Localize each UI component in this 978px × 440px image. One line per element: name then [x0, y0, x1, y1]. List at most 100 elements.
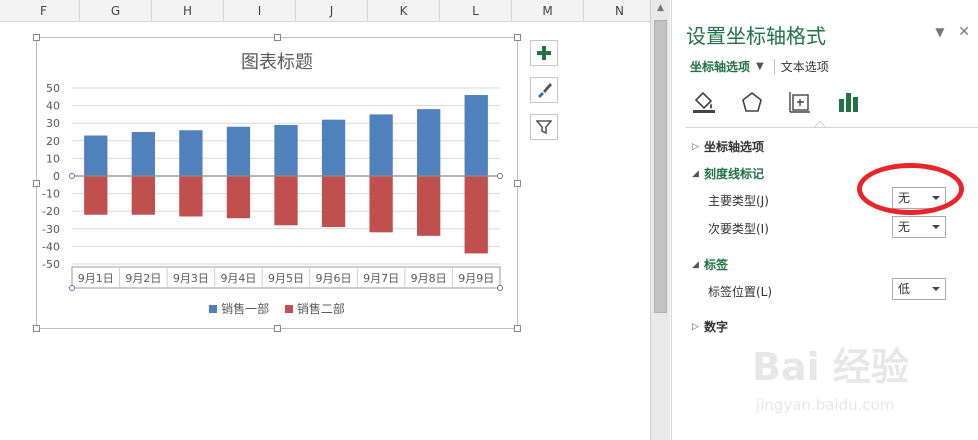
bar-series-2-1: [84, 176, 108, 215]
column-header-F[interactable]: F: [8, 0, 80, 22]
legend-item-series-1: 销售一部: [209, 300, 269, 317]
pane-tabs: 坐标轴选项 ▼ 文本选项: [690, 58, 829, 75]
y-tick-label: 30: [46, 117, 60, 130]
x-tick-label: 9月9日: [458, 272, 494, 285]
x-tick-label: 9月5日: [268, 272, 304, 285]
column-header-K[interactable]: K: [368, 0, 440, 22]
label-position-dropdown[interactable]: 低: [892, 278, 946, 300]
watermark-logo: Bai 经验: [752, 345, 909, 389]
axis-selection-handle: [497, 285, 503, 291]
column-header-L[interactable]: L: [440, 0, 512, 22]
chart-filters-button[interactable]: [530, 114, 558, 140]
collapse-triangle-icon: ◢: [692, 259, 699, 270]
bar-series-1-1: [84, 135, 108, 176]
collapse-triangle-icon: ◢: [692, 168, 699, 179]
axis-selection-handle: [497, 173, 503, 179]
column-header-G[interactable]: G: [80, 0, 152, 22]
x-tick-label: 9月7日: [363, 272, 399, 285]
resize-handle-r[interactable]: [514, 180, 521, 187]
y-tick-label: 0: [53, 170, 60, 183]
resize-handle-b[interactable]: [274, 325, 281, 332]
worksheet-area[interactable]: FGHIJKLMN 图表标题 50 40 30 20 10 0 -10 -20 -30 -40 -5…: [0, 0, 650, 440]
vertical-scrollbar[interactable]: ▲: [650, 0, 670, 440]
y-tick-label: -30: [42, 223, 60, 236]
pane-icon-tabs: [690, 88, 862, 116]
bar-series-2-5: [274, 176, 298, 226]
column-header-J[interactable]: J: [296, 0, 368, 22]
x-tick-label: 9月6日: [316, 272, 352, 285]
axis-selection-handle: [69, 173, 75, 179]
y-tick-label: -20: [42, 205, 60, 218]
size-properties-icon[interactable]: [786, 88, 814, 116]
label-position-label: 标签位置(L): [708, 285, 773, 299]
major-type-label: 主要类型(J): [708, 194, 769, 208]
pane-divider: [686, 127, 978, 128]
bar-series-2-2: [131, 176, 155, 215]
x-tick-label: 9月4日: [220, 272, 256, 285]
resize-handle-t[interactable]: [274, 34, 281, 41]
column-header-M[interactable]: M: [512, 0, 584, 22]
pane-options-chevron-icon[interactable]: ▼: [935, 25, 944, 39]
section-labels-label: 标签: [704, 258, 729, 272]
tab-text-options[interactable]: 文本选项: [781, 58, 829, 75]
y-tick-label: -10: [42, 188, 60, 201]
y-tick-label: -40: [42, 240, 60, 253]
chart-container[interactable]: 图表标题 50 40 30 20 10 0 -10 -20 -30 -40 -50 9月1日 9月2日 9…: [33, 34, 521, 332]
column-header-I[interactable]: I: [224, 0, 296, 22]
tab-axis-options[interactable]: 坐标轴选项: [690, 58, 750, 75]
bar-series-1-6: [321, 119, 346, 176]
section-axis-options[interactable]: ▷ 坐标轴选项: [692, 138, 764, 155]
chart-styles-button[interactable]: [530, 77, 558, 103]
fill-line-icon[interactable]: [690, 88, 718, 116]
minor-type-dropdown[interactable]: 无: [892, 216, 946, 238]
brush-icon: [538, 83, 552, 98]
scroll-up-arrow-icon[interactable]: ▲: [651, 0, 670, 17]
chart-legend[interactable]: 销售一部 销售二部: [37, 300, 517, 317]
chart-plot[interactable]: 50 40 30 20 10 0 -10 -20 -30 -40 -50 9月1日 9月2日 9月3日 9月…: [37, 38, 519, 330]
resize-handle-br[interactable]: [514, 325, 521, 332]
bar-series-2-9: [464, 176, 488, 254]
bar-series-2-6: [321, 176, 346, 228]
bar-series-1-8: [417, 109, 441, 176]
tab-divider: [773, 58, 775, 75]
section-tick-marks[interactable]: ◢ 刻度线标记: [692, 165, 764, 182]
pane-title: 设置坐标轴格式: [686, 24, 826, 48]
chevron-down-icon: [932, 287, 940, 291]
column-header-N[interactable]: N: [584, 0, 650, 22]
resize-handle-tl[interactable]: [33, 34, 40, 41]
legend-item-series-2: 销售二部: [284, 300, 345, 317]
column-header-H[interactable]: H: [152, 0, 224, 22]
resize-handle-bl[interactable]: [33, 325, 40, 332]
x-tick-label: 9月2日: [125, 272, 161, 285]
resize-handle-l[interactable]: [33, 180, 40, 187]
annotation-highlight-oval: [857, 163, 964, 215]
section-number[interactable]: ▷ 数字: [692, 318, 728, 335]
legend-label-series-2: 销售二部: [296, 302, 345, 316]
bar-series-2-3: [179, 176, 203, 217]
axis-selection-handle: [69, 285, 75, 291]
section-axis-options-label: 坐标轴选项: [704, 140, 765, 154]
expand-triangle-icon: ▷: [692, 321, 699, 332]
chevron-down-icon: [932, 225, 940, 229]
x-tick-label: 9月3日: [173, 272, 209, 285]
y-tick-label: -50: [42, 258, 60, 271]
legend-swatch-series-2: [284, 304, 293, 313]
bar-series-2-4: [226, 176, 251, 219]
chart-elements-button[interactable]: [530, 40, 558, 66]
bar-series-1-4: [226, 126, 251, 176]
watermark-url: jingyan.baidu.com: [756, 396, 895, 414]
effects-pentagon-icon[interactable]: [738, 88, 766, 116]
y-tick-label: 50: [46, 82, 60, 95]
close-icon[interactable]: ✕: [958, 24, 970, 40]
resize-handle-tr[interactable]: [514, 34, 521, 41]
section-tick-marks-label: 刻度线标记: [704, 167, 765, 181]
label-position-value: 低: [898, 282, 911, 296]
section-number-label: 数字: [704, 320, 729, 334]
bar-series-2-8: [417, 176, 441, 236]
axis-options-bar-icon[interactable]: [834, 88, 862, 116]
minor-type-label: 次要类型(I): [708, 222, 769, 236]
chevron-down-icon[interactable]: ▼: [756, 61, 764, 72]
section-labels[interactable]: ◢ 标签: [692, 256, 728, 273]
scroll-thumb[interactable]: [654, 20, 667, 313]
x-tick-label: 9月8日: [411, 272, 447, 285]
